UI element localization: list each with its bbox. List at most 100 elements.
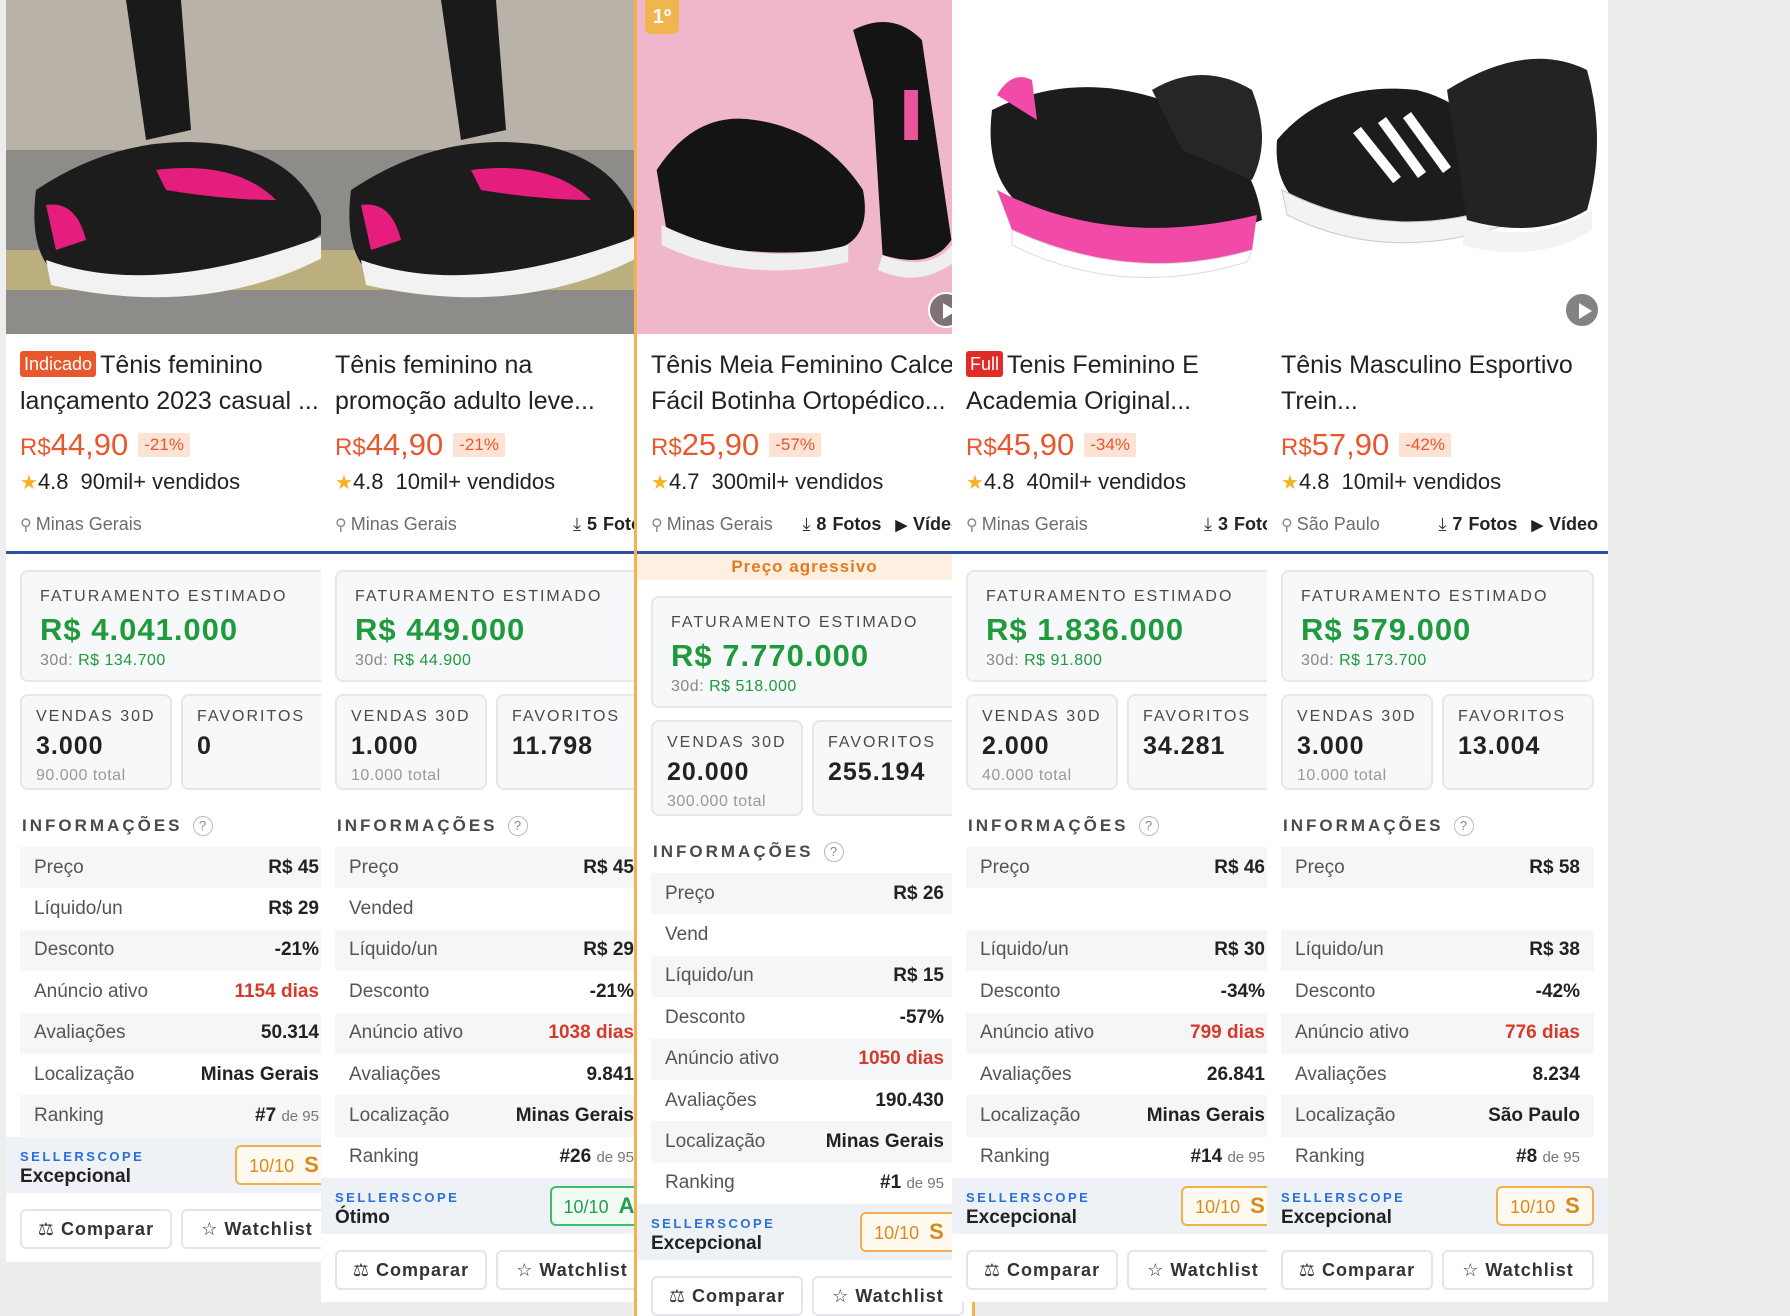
- watchlist-label: Watchlist: [1485, 1260, 1574, 1281]
- favorites-value: 11.798: [512, 732, 594, 760]
- product-title[interactable]: Full Tenis Feminino E Academia Original...: [966, 347, 1285, 419]
- info-heading-text: INFORMAÇÕES: [968, 816, 1129, 835]
- watchlist-button[interactable]: ☆ Watchlist: [181, 1208, 333, 1249]
- info-heading: INFORMAÇÕES?: [22, 816, 213, 836]
- rating-row: ★4.7 300mil+ vendidos: [651, 469, 883, 495]
- star-icon: ★: [1281, 472, 1299, 494]
- info-heading-text: INFORMAÇÕES: [653, 842, 814, 861]
- info-label: Anúncio ativo: [980, 1022, 1095, 1044]
- info-label: Líquido/un: [349, 939, 438, 961]
- info-row: Líquido/un R$ 15: [651, 955, 958, 998]
- sold-count: 300mil+ vendidos: [711, 469, 884, 494]
- media-info[interactable]: ⤓ 7 Fotos ▶ Vídeo: [1438, 514, 1598, 535]
- product-title-line: Full Tenis Feminino E: [966, 347, 1285, 383]
- watchlist-button[interactable]: ☆ Watchlist: [1442, 1250, 1594, 1291]
- product-image[interactable]: 1º: [637, 0, 972, 334]
- compare-button[interactable]: ⚖ Comparar: [20, 1208, 172, 1249]
- sales-30d-label: VENDAS 30D: [351, 708, 471, 725]
- info-label: Localização: [980, 1105, 1081, 1127]
- info-row: Desconto -21%: [20, 929, 333, 972]
- info-value: 1050 dias: [858, 1048, 944, 1070]
- help-icon[interactable]: ?: [192, 816, 213, 836]
- metrics-panel: FATURAMENTO ESTIMADO R$ 579.000 30d: R$ 17…: [1267, 554, 1608, 1302]
- favorites-value: 255.194: [828, 758, 926, 786]
- product-card[interactable]: Tênis Masculino Esportivo Trein... R$57,90…: [1267, 0, 1608, 1302]
- info-heading: INFORMAÇÕES?: [968, 816, 1159, 836]
- product-card[interactable]: 1º Tênis Meia Feminino Calce Fácil Botinha…: [634, 0, 975, 1316]
- compare-button[interactable]: ⚖ Comparar: [335, 1250, 487, 1291]
- info-label: Desconto: [665, 1006, 746, 1028]
- help-icon[interactable]: ?: [1138, 816, 1159, 836]
- ranking-position: #26: [559, 1146, 592, 1168]
- product-image[interactable]: [321, 0, 662, 334]
- watchlist-button[interactable]: ☆ Watchlist: [812, 1276, 964, 1316]
- compare-button[interactable]: ⚖ Comparar: [966, 1250, 1118, 1291]
- revenue-30d: 30d: R$ 44.900: [355, 652, 628, 670]
- location-text: São Paulo: [1296, 514, 1380, 534]
- shoe-illustration: [637, 0, 972, 334]
- info-label: Avaliações: [665, 1089, 757, 1111]
- ranking-value: #8 de 95: [1516, 1146, 1580, 1168]
- info-label: Avaliações: [980, 1063, 1072, 1085]
- help-icon[interactable]: ?: [823, 842, 844, 862]
- info-label: Avaliações: [349, 1063, 441, 1085]
- product-image[interactable]: [952, 0, 1293, 334]
- compare-button[interactable]: ⚖ Comparar: [1281, 1250, 1433, 1291]
- revenue-value: R$ 4.041.000: [40, 612, 239, 647]
- product-title-text: Fácil Botinha Ortopédico...: [651, 387, 946, 415]
- help-icon[interactable]: ?: [507, 816, 528, 836]
- info-heading: INFORMAÇÕES?: [653, 842, 844, 862]
- download-icon: ⤓: [573, 514, 581, 534]
- product-title-text: Tênis feminino: [100, 351, 263, 379]
- info-label: Preço: [34, 856, 84, 878]
- info-label: Desconto: [34, 939, 115, 961]
- sales-30d-box: VENDAS 30D 1.000 10.000 total: [335, 694, 487, 790]
- compare-label: Comparar: [376, 1260, 470, 1281]
- discount-badge: -34%: [1084, 433, 1136, 457]
- favorites-box: FAVORITOS 34.281: [1127, 694, 1279, 790]
- info-row: Anúncio ativo 1154 dias: [20, 971, 333, 1012]
- product-title[interactable]: Tênis Meia Feminino Calce Fácil Botinha O…: [651, 347, 964, 419]
- video-play-icon: ▶: [895, 516, 907, 534]
- product-title[interactable]: Tênis feminino na promoção adulto leve...: [335, 347, 654, 419]
- download-icon: ⤓: [1204, 514, 1212, 534]
- media-info[interactable]: ⤓ 8 Fotos ▶ Vídeo: [802, 514, 962, 535]
- price-currency: R$: [335, 434, 366, 461]
- sales-total: 300.000 total: [667, 793, 767, 810]
- sales-total: 90.000 total: [36, 767, 126, 784]
- product-title-line: Tênis Masculino Esportivo: [1281, 347, 1600, 383]
- score-letter: S: [304, 1151, 319, 1177]
- product-title-text: lançamento 2023 casual ...: [20, 387, 319, 415]
- product-image[interactable]: [6, 0, 347, 334]
- info-value: 1038 dias: [548, 1022, 634, 1044]
- info-row: Ranking #14 de 95: [966, 1137, 1279, 1178]
- price-value: 44,90: [365, 427, 444, 462]
- ranking-value: #26 de 95: [559, 1146, 634, 1168]
- info-label: Ranking: [980, 1146, 1050, 1168]
- price-row: R$44,90 -21%: [20, 427, 190, 463]
- location-pin-icon: ⚲: [20, 516, 32, 534]
- help-icon[interactable]: ?: [1453, 816, 1474, 836]
- play-video-icon[interactable]: [1564, 292, 1600, 328]
- score-value: 10/10: [1195, 1197, 1241, 1218]
- watchlist-button[interactable]: ☆ Watchlist: [1127, 1250, 1279, 1291]
- compare-button[interactable]: ⚖ Comparar: [651, 1276, 803, 1316]
- product-card[interactable]: Tênis feminino na promoção adulto leve...…: [321, 0, 662, 1302]
- info-row: Preço R$ 45: [20, 847, 333, 889]
- info-label: Líquido/un: [34, 898, 123, 920]
- info-value: -34%: [1220, 980, 1265, 1002]
- product-title[interactable]: Tênis Masculino Esportivo Trein...: [1281, 347, 1600, 419]
- location-row: ⚲ Minas Gerais: [20, 514, 337, 535]
- watchlist-button[interactable]: ☆ Watchlist: [496, 1250, 648, 1291]
- product-card[interactable]: Full Tenis Feminino E Academia Original...…: [952, 0, 1293, 1302]
- product-card[interactable]: Indicado Tênis feminino lançamento 2023 ca…: [6, 0, 347, 1262]
- info-label: Líquido/un: [980, 939, 1069, 961]
- info-label: Preço: [980, 856, 1030, 878]
- score-badge: 10/10 S: [860, 1212, 958, 1253]
- product-tag-badge: Indicado: [20, 351, 97, 377]
- favorites-value: 0: [197, 732, 212, 760]
- product-title[interactable]: Indicado Tênis feminino lançamento 2023 ca…: [20, 347, 339, 419]
- revenue-30d-label: 30d:: [355, 652, 389, 669]
- shoe-illustration: [6, 0, 347, 334]
- product-image[interactable]: [1267, 0, 1608, 334]
